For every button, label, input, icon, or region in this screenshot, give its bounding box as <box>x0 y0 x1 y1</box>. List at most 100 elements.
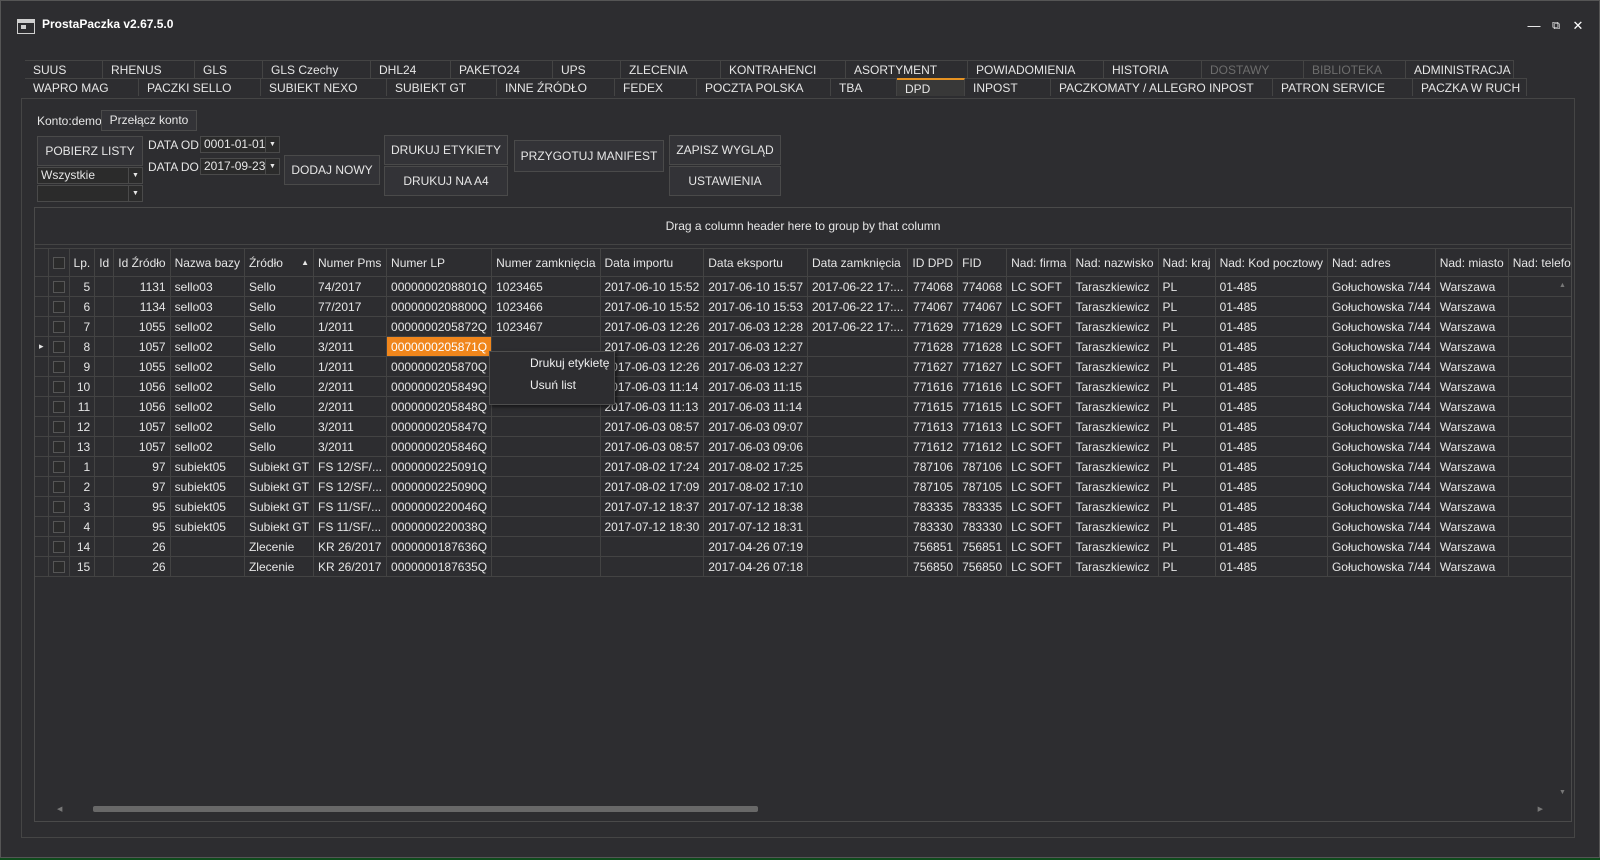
table-cell[interactable]: 787105 <box>907 476 959 497</box>
table-cell[interactable]: 2017-06-03 08:57 <box>600 416 705 437</box>
table-cell[interactable]: 1057 <box>113 436 171 457</box>
table-cell[interactable] <box>94 296 115 317</box>
table-cell[interactable]: 15 <box>69 556 96 577</box>
table-cell[interactable]: 2017-06-03 11:14 <box>703 396 808 417</box>
tab-poczta-polska[interactable]: POCZTA POLSKA <box>697 78 831 96</box>
column-header[interactable]: Źródło ▲ <box>244 248 315 277</box>
context-menu-delete-shipment[interactable]: Usuń list <box>490 374 614 396</box>
table-cell[interactable]: 7 <box>69 316 96 337</box>
tab-subiekt-nexo[interactable]: SUBIEKT NEXO <box>261 78 387 96</box>
table-row[interactable]: ▸ 8 1057 sello02 Sello 3/2011 0000000205871Q 20… <box>35 336 1571 357</box>
table-cell[interactable] <box>94 356 115 377</box>
table-cell[interactable]: 97 <box>113 476 171 497</box>
table-cell[interactable]: KR 26/2017 <box>313 556 388 577</box>
table-cell[interactable]: LC SOFT <box>1006 336 1072 357</box>
table-cell[interactable]: Taraszkiewicz <box>1070 396 1159 417</box>
table-cell[interactable]: LC SOFT <box>1006 296 1072 317</box>
tab-dpd[interactable]: DPD <box>897 78 965 96</box>
table-cell[interactable]: PL <box>1158 516 1216 537</box>
table-cell[interactable]: 0000000205872Q <box>386 316 493 337</box>
tab-rhenus[interactable]: RHENUS <box>103 60 195 78</box>
table-cell[interactable]: Gołuchowska 7/44 <box>1327 276 1436 297</box>
table-cell[interactable] <box>807 416 909 437</box>
table-cell[interactable]: 0000000187636Q <box>386 536 493 557</box>
table-row[interactable]: 10 1056 sello02 Sello 2/2011 0000000205849Q 20… <box>35 376 1571 397</box>
table-cell[interactable]: Sello <box>244 416 315 437</box>
checkbox-icon[interactable] <box>52 501 65 514</box>
table-cell[interactable] <box>600 536 705 557</box>
table-cell[interactable]: Sello <box>244 276 315 297</box>
table-cell[interactable] <box>491 516 601 537</box>
table-cell[interactable]: subiekt05 <box>170 496 245 517</box>
table-cell[interactable]: 5 <box>69 276 96 297</box>
table-cell[interactable]: Taraszkiewicz <box>1070 356 1159 377</box>
table-cell[interactable]: Warszawa <box>1435 356 1509 377</box>
table-cell[interactable]: 1056 <box>113 376 171 397</box>
table-cell[interactable]: 1/2011 <box>313 356 388 377</box>
table-cell[interactable]: LC SOFT <box>1006 416 1072 437</box>
table-cell[interactable]: 771628 <box>957 336 1008 357</box>
table-cell[interactable]: Warszawa <box>1435 316 1509 337</box>
table-cell[interactable]: 771629 <box>957 316 1008 337</box>
scroll-right-icon[interactable]: ▶ <box>1538 805 1543 813</box>
column-header[interactable]: FID <box>957 248 1008 277</box>
table-cell[interactable]: Warszawa <box>1435 516 1509 537</box>
table-cell[interactable] <box>94 336 115 357</box>
table-cell[interactable]: Gołuchowska 7/44 <box>1327 556 1436 577</box>
table-cell[interactable]: 2017-06-10 15:53 <box>703 296 808 317</box>
table-cell[interactable]: 756850 <box>907 556 959 577</box>
checkbox-icon[interactable] <box>52 481 65 494</box>
table-cell[interactable]: 787106 <box>957 456 1008 477</box>
table-cell[interactable]: 01-485 <box>1215 536 1328 557</box>
column-header[interactable]: Data importu <box>600 248 705 277</box>
column-header[interactable]: Numer LP <box>386 248 493 277</box>
table-cell[interactable]: 2017-06-03 12:27 <box>703 336 808 357</box>
tab-gls-czechy[interactable]: GLS Czechy <box>263 60 371 78</box>
table-cell[interactable]: Gołuchowska 7/44 <box>1327 376 1436 397</box>
table-cell[interactable]: sello02 <box>170 336 245 357</box>
table-cell[interactable]: Warszawa <box>1435 476 1509 497</box>
scroll-left-icon[interactable]: ◀ <box>57 805 62 813</box>
chevron-down-icon[interactable]: ▼ <box>265 137 279 152</box>
table-cell[interactable]: Subiekt GT <box>244 496 315 517</box>
table-cell[interactable]: Warszawa <box>1435 496 1509 517</box>
table-cell[interactable] <box>807 356 909 377</box>
table-cell[interactable]: sello02 <box>170 376 245 397</box>
table-cell[interactable]: Sello <box>244 316 315 337</box>
table-cell[interactable]: Taraszkiewicz <box>1070 376 1159 397</box>
table-cell[interactable]: Warszawa <box>1435 296 1509 317</box>
table-cell[interactable]: Sello <box>244 296 315 317</box>
table-cell[interactable]: Taraszkiewicz <box>1070 536 1159 557</box>
tab-patron-service[interactable]: PATRON SERVICE <box>1273 78 1413 96</box>
table-cell[interactable]: Gołuchowska 7/44 <box>1327 436 1436 457</box>
checkbox-icon[interactable] <box>52 521 65 534</box>
table-cell[interactable]: Sello <box>244 376 315 397</box>
table-cell[interactable]: 2/2011 <box>313 396 388 417</box>
table-cell[interactable] <box>491 436 601 457</box>
table-cell[interactable] <box>94 496 115 517</box>
table-cell[interactable]: Taraszkiewicz <box>1070 416 1159 437</box>
table-cell[interactable]: 756851 <box>907 536 959 557</box>
table-cell[interactable]: Gołuchowska 7/44 <box>1327 396 1436 417</box>
table-cell[interactable] <box>94 416 115 437</box>
table-cell[interactable]: 771616 <box>957 376 1008 397</box>
table-cell[interactable] <box>94 456 115 477</box>
table-cell[interactable]: 783335 <box>957 496 1008 517</box>
tab-powiadomienia[interactable]: POWIADOMIENIA <box>968 60 1104 78</box>
table-cell[interactable]: LC SOFT <box>1006 556 1072 577</box>
row-checkbox[interactable] <box>48 536 70 557</box>
tab-kontrahenci[interactable]: KONTRAHENCI <box>721 60 846 78</box>
table-row[interactable]: 3 95 subiekt05 Subiekt GT FS 11/SF/... 000000… <box>35 496 1571 517</box>
row-checkbox[interactable] <box>48 496 70 517</box>
table-row[interactable]: 14 26 Zlecenie KR 26/2017 0000000187636Q 2017… <box>35 536 1571 557</box>
table-cell[interactable]: 771627 <box>957 356 1008 377</box>
table-cell[interactable]: sello03 <box>170 296 245 317</box>
table-cell[interactable]: LC SOFT <box>1006 356 1072 377</box>
secondary-filter-select[interactable]: ▼ <box>37 185 143 202</box>
table-cell[interactable]: 2 <box>69 476 96 497</box>
tab-paczkomaty-allegro-inpost[interactable]: PACZKOMATY / ALLEGRO INPOST <box>1051 78 1273 96</box>
table-cell[interactable] <box>807 536 909 557</box>
table-cell[interactable]: 1023466 <box>491 296 601 317</box>
checkbox-icon[interactable] <box>52 401 65 414</box>
table-cell[interactable]: FS 12/SF/... <box>313 456 388 477</box>
